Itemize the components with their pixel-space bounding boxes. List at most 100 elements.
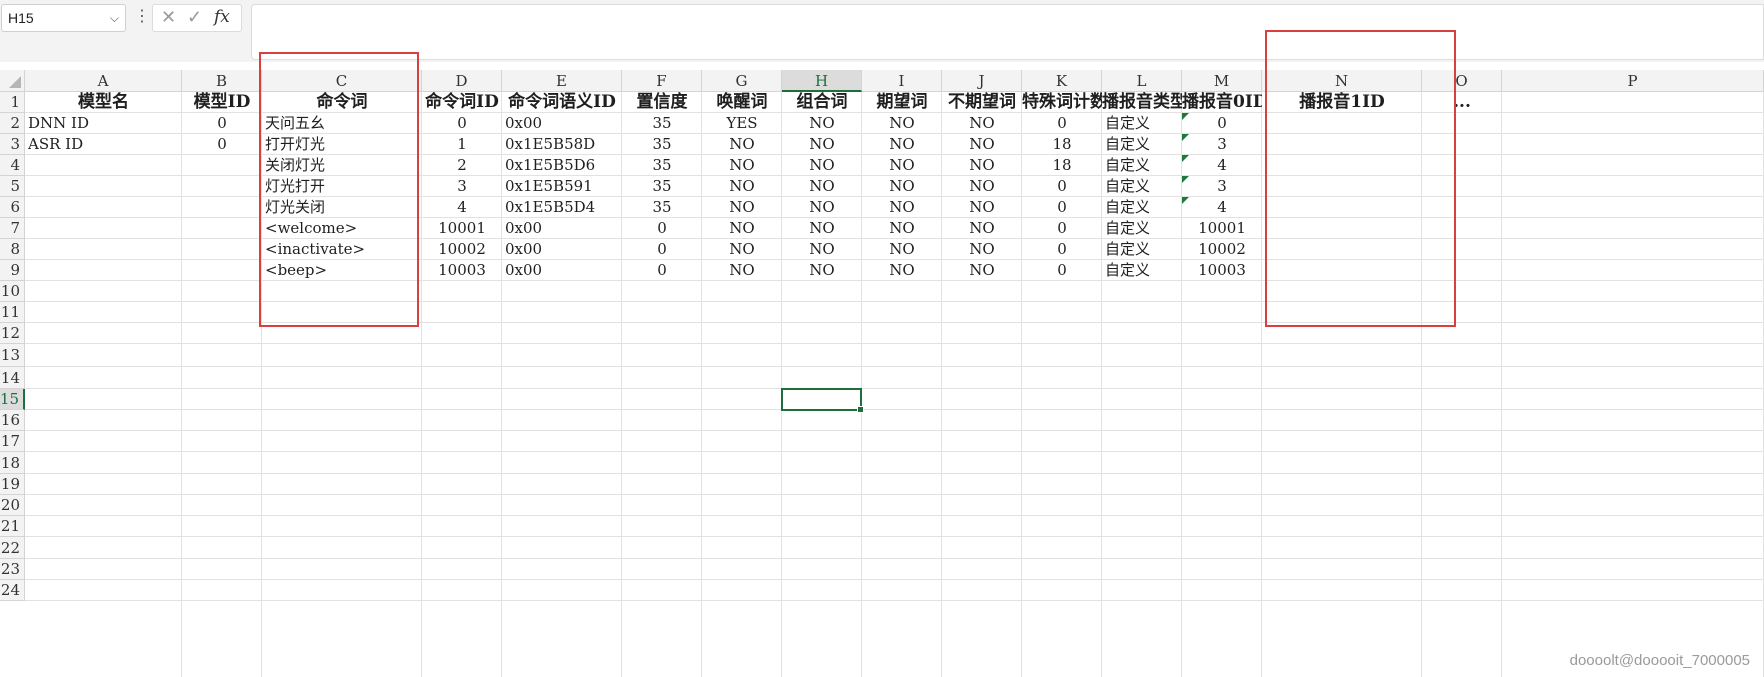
table-cell[interactable]: 0 [622,239,702,260]
column-header[interactable]: M [1182,70,1262,92]
row-header[interactable]: 21 [0,516,25,537]
table-cell[interactable]: NO [702,176,782,197]
table-cell[interactable]: 0 [1022,197,1102,218]
more-options-icon[interactable]: ⋮ [134,6,150,26]
table-cell[interactable]: NO [702,218,782,239]
table-cell[interactable]: 4 [1182,155,1262,176]
row-header[interactable]: 14 [0,367,25,389]
table-cell[interactable]: NO [782,218,862,239]
table-cell[interactable]: 0x00 [502,218,622,239]
column-header[interactable]: D [422,70,502,92]
table-cell[interactable]: 35 [622,113,702,134]
table-cell[interactable]: 3 [1182,134,1262,155]
row-header[interactable]: 23 [0,559,25,580]
table-cell[interactable]: 1 [422,134,502,155]
formula-input[interactable] [251,4,1764,60]
table-cell[interactable]: 0x1E5B5D4 [502,197,622,218]
table-cell[interactable]: NO [862,260,942,281]
table-cell[interactable]: NO [862,134,942,155]
chevron-down-icon[interactable]: ⌵ [110,5,119,31]
row-header[interactable]: 12 [0,323,25,344]
select-all-corner[interactable] [0,70,25,92]
table-cell[interactable]: NO [942,218,1022,239]
row-header[interactable]: 9 [0,260,25,281]
row-header[interactable]: 3 [0,134,25,155]
table-cell[interactable]: 0x1E5B591 [502,176,622,197]
column-header[interactable]: P [1502,70,1764,92]
row-header[interactable]: 17 [0,431,25,452]
table-cell[interactable]: 18 [1022,155,1102,176]
table-cell[interactable]: NO [782,134,862,155]
table-cell[interactable]: NO [782,113,862,134]
table-cell[interactable]: NO [702,260,782,281]
table-cell[interactable]: NO [782,176,862,197]
row-header[interactable]: 22 [0,537,25,559]
header-cell[interactable]: 唤醒词 [702,92,782,113]
table-cell[interactable]: NO [702,197,782,218]
table-cell[interactable]: 0 [182,113,262,134]
column-header[interactable]: A [25,70,182,92]
row-header[interactable]: 15 [0,389,25,410]
table-cell[interactable]: 0 [1022,113,1102,134]
row-header[interactable]: 2 [0,113,25,134]
header-cell[interactable]: 播报音类型 [1102,92,1182,113]
table-cell[interactable]: 35 [622,134,702,155]
table-cell[interactable]: NO [862,176,942,197]
column-header[interactable]: L [1102,70,1182,92]
table-cell[interactable]: NO [942,260,1022,281]
column-header[interactable]: H [782,70,862,92]
table-cell[interactable]: 35 [622,197,702,218]
row-header[interactable]: 7 [0,218,25,239]
table-cell[interactable]: 18 [1022,134,1102,155]
header-cell[interactable]: 组合词 [782,92,862,113]
row-header[interactable]: 6 [0,197,25,218]
header-cell[interactable]: 播报音0ID [1182,92,1262,113]
header-cell[interactable]: 期望词 [862,92,942,113]
table-cell[interactable]: NO [942,113,1022,134]
table-cell[interactable]: NO [702,239,782,260]
header-cell[interactable]: 不期望词 [942,92,1022,113]
table-cell[interactable]: 10003 [1182,260,1262,281]
table-cell[interactable]: 自定义 [1102,260,1182,281]
table-cell[interactable]: 10002 [422,239,502,260]
table-cell[interactable]: 自定义 [1102,155,1182,176]
name-box[interactable]: H15 ⌵ [1,4,126,32]
column-header[interactable]: F [622,70,702,92]
table-cell[interactable]: YES [702,113,782,134]
table-cell[interactable]: 4 [422,197,502,218]
column-header[interactable]: B [182,70,262,92]
table-cell[interactable]: DNN ID [25,113,182,134]
table-cell[interactable]: NO [702,155,782,176]
row-header[interactable]: 13 [0,344,25,367]
table-cell[interactable]: 10001 [1182,218,1262,239]
header-cell[interactable]: 命令词语义ID [502,92,622,113]
table-cell[interactable]: NO [782,260,862,281]
table-cell[interactable]: NO [942,239,1022,260]
table-cell[interactable]: NO [862,239,942,260]
function-icon[interactable]: fx [214,7,230,27]
table-cell[interactable]: 0x1E5B5D6 [502,155,622,176]
column-header[interactable]: G [702,70,782,92]
header-cell[interactable]: 命令词ID [422,92,502,113]
table-cell[interactable]: NO [862,113,942,134]
row-header[interactable]: 16 [0,410,25,431]
row-header[interactable]: 4 [0,155,25,176]
row-header[interactable]: 1 [0,92,25,113]
row-header[interactable]: 11 [0,302,25,323]
table-cell[interactable]: 10001 [422,218,502,239]
header-cell[interactable]: 模型名 [25,92,182,113]
table-cell[interactable]: 自定义 [1102,176,1182,197]
table-cell[interactable]: 0 [1022,218,1102,239]
row-header[interactable]: 10 [0,281,25,302]
table-cell[interactable]: NO [942,176,1022,197]
table-cell[interactable]: 自定义 [1102,239,1182,260]
table-cell[interactable]: 0x00 [502,239,622,260]
row-header[interactable]: 18 [0,452,25,474]
header-cell[interactable]: 置信度 [622,92,702,113]
table-cell[interactable]: 10003 [422,260,502,281]
row-header[interactable]: 8 [0,239,25,260]
table-cell[interactable]: NO [942,155,1022,176]
row-header[interactable]: 24 [0,580,25,601]
header-cell[interactable]: 模型ID [182,92,262,113]
table-cell[interactable]: ASR ID [25,134,182,155]
